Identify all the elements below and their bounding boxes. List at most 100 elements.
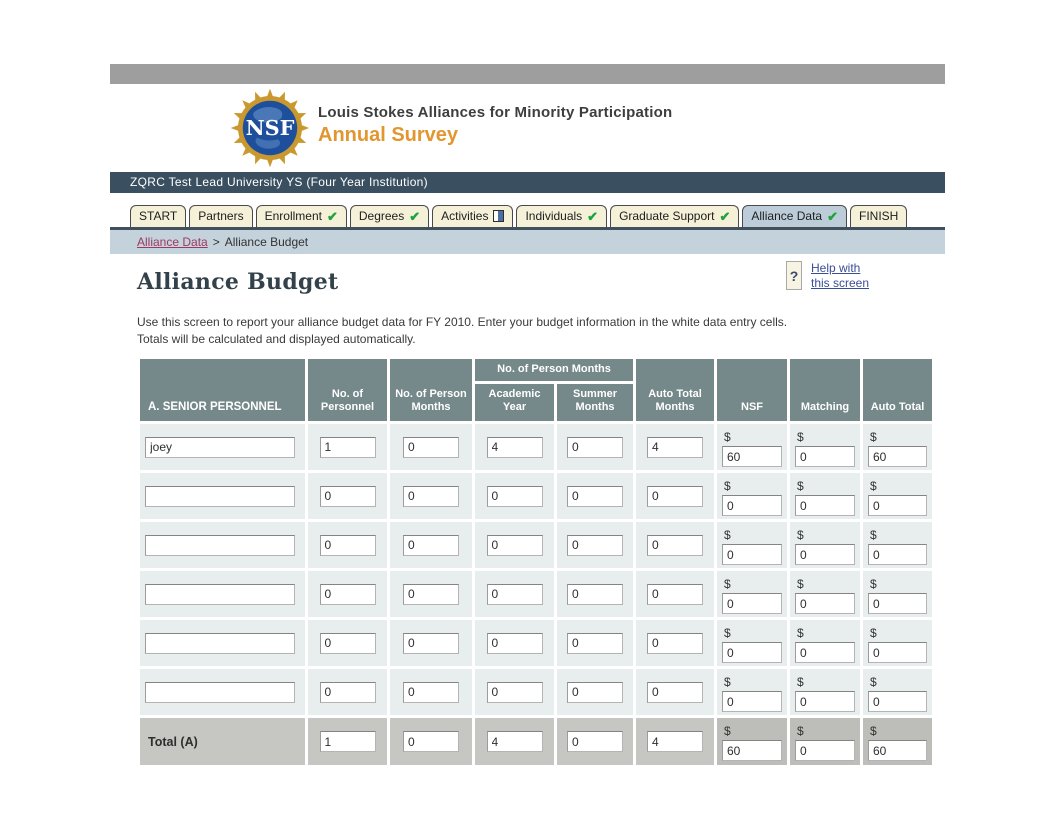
tab-label: START [139,209,178,223]
row-nsf-input[interactable] [722,593,782,614]
tab-finish[interactable]: FINISH [850,205,908,227]
row-summer-months-input[interactable] [567,632,623,654]
row-nsf-input[interactable] [722,495,782,516]
row-personnel-input[interactable] [319,534,376,556]
total-personnel-input[interactable] [319,731,376,752]
row-summer-months-input[interactable] [567,485,623,507]
total-matching-input[interactable] [795,740,855,761]
tab-enrollment[interactable]: Enrollment ✔ [255,205,347,227]
row-person-months-input[interactable] [403,632,459,654]
tab-alliance-data[interactable]: Alliance Data ✔ [742,205,848,227]
row-academic-year-input[interactable] [486,632,543,654]
row-name-input[interactable] [145,436,295,458]
total-label: Total (A) [140,718,305,765]
row-auto-total-months-input[interactable] [647,436,703,458]
row-person-months-input[interactable] [403,485,459,507]
row-matching-input[interactable] [795,446,855,467]
tab-degrees[interactable]: Degrees ✔ [349,205,430,227]
table-row: $ $ $ [140,571,932,617]
row-auto-total-months-input[interactable] [647,632,703,654]
row-academic-year-input[interactable] [486,436,543,458]
page: NSF Louis Stokes Alliances for Minority … [0,0,1056,816]
row-personnel-input[interactable] [319,436,376,458]
currency-label: $ [797,724,804,738]
currency-label: $ [797,430,804,444]
tab-graduate-support[interactable]: Graduate Support ✔ [610,205,740,227]
row-summer-months-input[interactable] [567,681,623,703]
row-personnel-input[interactable] [319,583,376,605]
row-academic-year-input[interactable] [486,681,543,703]
total-nsf-input[interactable] [722,740,782,761]
total-auto-total-months-input[interactable] [647,731,703,752]
currency-label: $ [797,626,804,640]
total-auto-total-input[interactable] [868,740,927,761]
row-auto-total-input[interactable] [868,446,927,467]
row-nsf-input[interactable] [722,544,782,565]
row-personnel-input[interactable] [319,485,376,507]
col-header-academic-year: Academic Year [475,384,554,421]
row-matching-input[interactable] [795,593,855,614]
col-header-summer-months: Summer Months [557,384,633,421]
breadcrumb-current: Alliance Budget [224,235,309,249]
top-gray-bar [110,64,945,84]
row-auto-total-months-input[interactable] [647,681,703,703]
row-auto-total-input[interactable] [868,544,927,565]
row-nsf-input[interactable] [722,446,782,467]
col-header-nsf: NSF [717,359,787,421]
row-person-months-input[interactable] [403,436,459,458]
row-summer-months-input[interactable] [567,583,623,605]
row-nsf-input[interactable] [722,691,782,712]
currency-label: $ [870,626,877,640]
row-auto-total-input[interactable] [868,495,927,516]
row-summer-months-input[interactable] [567,534,623,556]
row-academic-year-input[interactable] [486,485,543,507]
row-name-input[interactable] [145,583,295,605]
instructions: Use this screen to report your alliance … [110,314,945,348]
tab-start[interactable]: START [130,205,187,227]
institution-bar: ZQRC Test Lead University YS (Four Year … [110,172,945,193]
tab-individuals[interactable]: Individuals ✔ [516,205,608,227]
check-icon: ✔ [587,208,599,224]
row-matching-input[interactable] [795,691,855,712]
row-nsf-input[interactable] [722,642,782,663]
row-person-months-input[interactable] [403,534,459,556]
currency-label: $ [724,626,731,640]
row-auto-total-months-input[interactable] [647,485,703,507]
row-person-months-input[interactable] [403,681,459,703]
row-auto-total-months-input[interactable] [647,583,703,605]
row-personnel-input[interactable] [319,681,376,703]
row-auto-total-input[interactable] [868,691,927,712]
row-academic-year-input[interactable] [486,534,543,556]
total-person-months-input[interactable] [403,731,459,752]
help-link[interactable]: Help with this screen [811,261,869,291]
breadcrumb-alliance-data-link[interactable]: Alliance Data [137,235,208,249]
currency-label: $ [870,528,877,542]
row-name-input[interactable] [145,681,295,703]
currency-label: $ [724,724,731,738]
tab-activities[interactable]: Activities [432,205,514,227]
row-matching-input[interactable] [795,495,855,516]
row-auto-total-months-input[interactable] [647,534,703,556]
tab-label: Enrollment [264,209,322,223]
row-name-input[interactable] [145,534,295,556]
col-header-matching: Matching [790,359,860,421]
help-icon[interactable]: ? [786,261,802,290]
currency-label: $ [724,675,731,689]
tab-label: FINISH [859,209,899,223]
row-name-input[interactable] [145,485,295,507]
row-academic-year-input[interactable] [486,583,543,605]
row-auto-total-input[interactable] [868,593,927,614]
currency-label: $ [724,430,731,444]
tab-partners[interactable]: Partners [189,205,253,227]
row-personnel-input[interactable] [319,632,376,654]
row-matching-input[interactable] [795,642,855,663]
currency-label: $ [870,577,877,591]
row-summer-months-input[interactable] [567,436,623,458]
row-matching-input[interactable] [795,544,855,565]
row-auto-total-input[interactable] [868,642,927,663]
row-name-input[interactable] [145,632,295,654]
row-person-months-input[interactable] [403,583,459,605]
total-summer-months-input[interactable] [567,731,623,752]
table-row: $ $ $ [140,522,932,568]
total-academic-year-input[interactable] [486,731,543,752]
